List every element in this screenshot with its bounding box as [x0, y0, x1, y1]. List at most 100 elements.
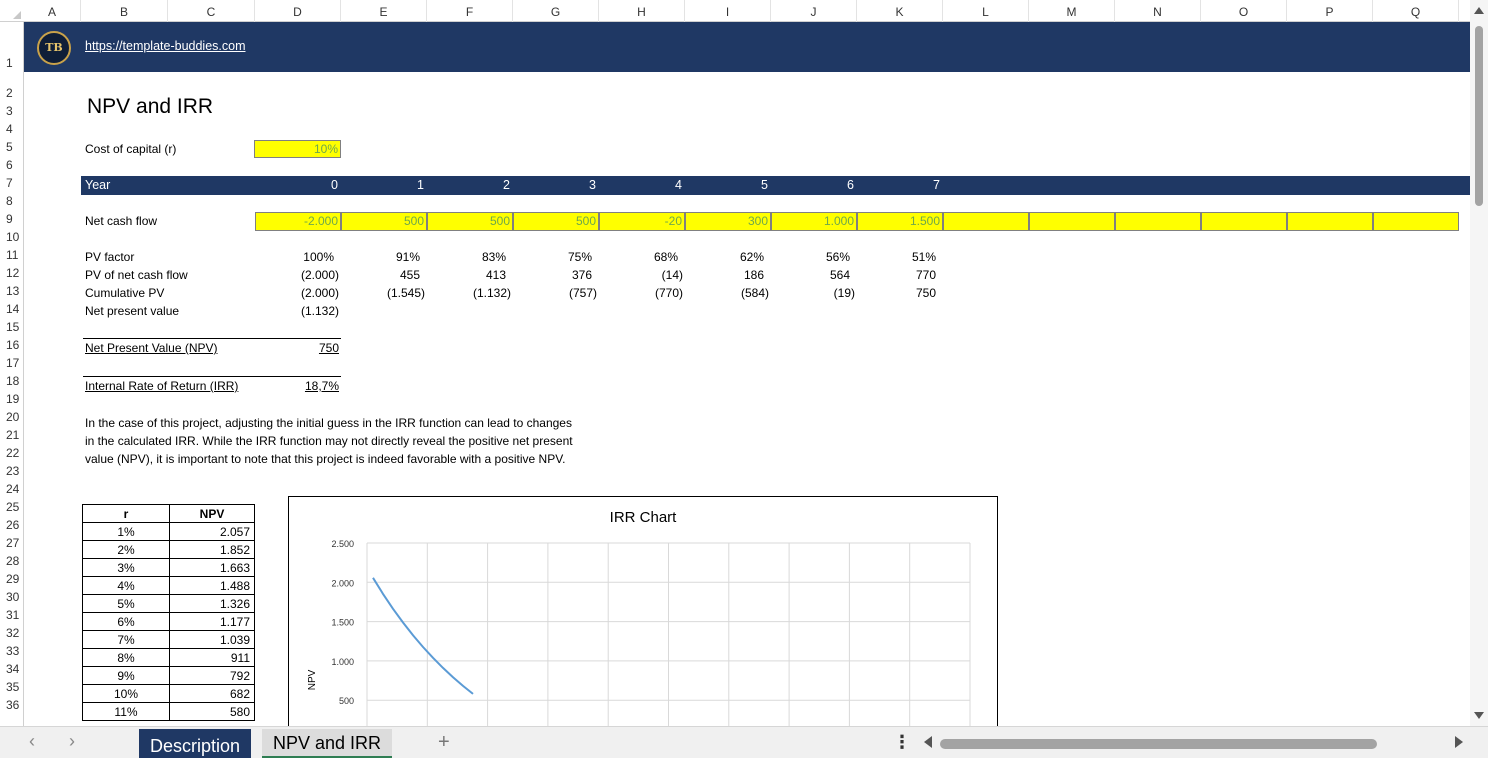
column-header-d[interactable]: D: [255, 0, 341, 22]
row-header-1[interactable]: 1: [0, 56, 24, 70]
rate-cell[interactable]: 7%: [82, 630, 170, 649]
column-header-m[interactable]: M: [1029, 0, 1115, 22]
horizontal-scroll-thumb[interactable]: [940, 739, 1377, 749]
cumulative-pv-cell[interactable]: 750: [857, 286, 936, 300]
row-header-2[interactable]: 2: [0, 86, 24, 100]
more-options-icon[interactable]: ⋮: [893, 732, 911, 753]
npv-cell[interactable]: 1.663: [169, 558, 255, 577]
rate-cell[interactable]: 2%: [82, 540, 170, 559]
npv-cell[interactable]: 1.039: [169, 630, 255, 649]
pv-factor-cell[interactable]: 75%: [513, 250, 592, 264]
net-cash-flow-cell[interactable]: [1287, 212, 1373, 231]
row-header-11[interactable]: 11: [0, 248, 24, 262]
row-header-13[interactable]: 13: [0, 284, 24, 298]
npv-cell[interactable]: 580: [169, 702, 255, 721]
cumulative-pv-cell[interactable]: (1.545): [341, 286, 425, 300]
pv-net-cash-flow-cell[interactable]: (14): [599, 268, 683, 282]
row-header-12[interactable]: 12: [0, 266, 24, 280]
scroll-up-arrow-icon[interactable]: [1474, 7, 1484, 14]
pv-factor-cell[interactable]: 91%: [341, 250, 420, 264]
row-header-31[interactable]: 31: [0, 608, 24, 622]
pv-net-cash-flow-cell[interactable]: 413: [427, 268, 506, 282]
scroll-right-arrow-icon[interactable]: [1455, 736, 1463, 748]
vertical-scroll-thumb[interactable]: [1475, 26, 1483, 206]
tab-description[interactable]: Description: [139, 729, 252, 758]
column-header-n[interactable]: N: [1115, 0, 1201, 22]
row-header-7[interactable]: 7: [0, 176, 24, 190]
net-cash-flow-cell[interactable]: 1.000: [771, 212, 857, 231]
column-header-a[interactable]: A: [24, 0, 81, 22]
cumulative-pv-cell[interactable]: (2.000): [255, 286, 339, 300]
npv-cell[interactable]: 1.326: [169, 594, 255, 613]
pv-net-cash-flow-cell[interactable]: (2.000): [255, 268, 339, 282]
rate-header[interactable]: r: [82, 504, 170, 523]
net-cash-flow-cell[interactable]: [1029, 212, 1115, 231]
column-header-l[interactable]: L: [943, 0, 1029, 22]
row-header-24[interactable]: 24: [0, 482, 24, 496]
prev-sheet-icon[interactable]: ‹: [29, 731, 35, 752]
pv-net-cash-flow-cell[interactable]: 186: [685, 268, 764, 282]
rate-cell[interactable]: 10%: [82, 684, 170, 703]
add-sheet-icon[interactable]: +: [438, 731, 450, 754]
next-sheet-icon[interactable]: ›: [69, 731, 75, 752]
column-header-h[interactable]: H: [599, 0, 685, 22]
row-header-8[interactable]: 8: [0, 194, 24, 208]
row-header-28[interactable]: 28: [0, 554, 24, 568]
row-header-22[interactable]: 22: [0, 446, 24, 460]
tab-npv-and-irr[interactable]: NPV and IRR: [262, 729, 393, 758]
scroll-left-arrow-icon[interactable]: [924, 736, 932, 748]
rate-cell[interactable]: 9%: [82, 666, 170, 685]
column-header-i[interactable]: I: [685, 0, 771, 22]
row-header-30[interactable]: 30: [0, 590, 24, 604]
net-cash-flow-cell[interactable]: 500: [427, 212, 513, 231]
row-header-18[interactable]: 18: [0, 374, 24, 388]
npv-cell[interactable]: 1.488: [169, 576, 255, 595]
net-cash-flow-cell[interactable]: 1.500: [857, 212, 943, 231]
net-cash-flow-cell[interactable]: -20: [599, 212, 685, 231]
row-header-34[interactable]: 34: [0, 662, 24, 676]
net-cash-flow-cell[interactable]: 500: [341, 212, 427, 231]
npv-cell[interactable]: 2.057: [169, 522, 255, 541]
npv-cell[interactable]: 911: [169, 648, 255, 667]
pv-factor-cell[interactable]: 56%: [771, 250, 850, 264]
cost-of-capital-input[interactable]: 10%: [254, 140, 341, 158]
column-header-f[interactable]: F: [427, 0, 513, 22]
pv-factor-cell[interactable]: 83%: [427, 250, 506, 264]
website-link[interactable]: https://template-buddies.com: [85, 39, 246, 53]
sheet-grid[interactable]: TB https://template-buddies.com NPV and …: [24, 22, 1470, 726]
row-header-20[interactable]: 20: [0, 410, 24, 424]
pv-net-cash-flow-cell[interactable]: 376: [513, 268, 592, 282]
rate-cell[interactable]: 3%: [82, 558, 170, 577]
cumulative-pv-cell[interactable]: (757): [513, 286, 597, 300]
row-header-14[interactable]: 14: [0, 302, 24, 316]
column-header-p[interactable]: P: [1287, 0, 1373, 22]
pv-factor-cell[interactable]: 62%: [685, 250, 764, 264]
column-header-q[interactable]: Q: [1373, 0, 1459, 22]
select-all-corner[interactable]: [0, 0, 24, 22]
column-header-j[interactable]: J: [771, 0, 857, 22]
pv-factor-cell[interactable]: 51%: [857, 250, 936, 264]
cumulative-pv-cell[interactable]: (1.132): [427, 286, 511, 300]
row-header-5[interactable]: 5: [0, 140, 24, 154]
row-header-21[interactable]: 21: [0, 428, 24, 442]
column-header-o[interactable]: O: [1201, 0, 1287, 22]
column-header-g[interactable]: G: [513, 0, 599, 22]
net-cash-flow-cell[interactable]: [1373, 212, 1459, 231]
row-header-36[interactable]: 36: [0, 698, 24, 712]
row-header-16[interactable]: 16: [0, 338, 24, 352]
row-header-25[interactable]: 25: [0, 500, 24, 514]
npv-cell[interactable]: 792: [169, 666, 255, 685]
net-cash-flow-cell[interactable]: 500: [513, 212, 599, 231]
row-header-26[interactable]: 26: [0, 518, 24, 532]
row-header-9[interactable]: 9: [0, 212, 24, 226]
irr-chart[interactable]: IRR Chart 2.500 2.000 1.500 1.000 500 NPV: [288, 496, 998, 726]
pv-factor-cell[interactable]: 68%: [599, 250, 678, 264]
npv-cell[interactable]: 1.852: [169, 540, 255, 559]
row-header-15[interactable]: 15: [0, 320, 24, 334]
row-header-23[interactable]: 23: [0, 464, 24, 478]
net-present-value-cell[interactable]: (1.132): [254, 304, 339, 318]
row-header-33[interactable]: 33: [0, 644, 24, 658]
row-header-10[interactable]: 10: [0, 230, 24, 244]
row-header-4[interactable]: 4: [0, 122, 24, 136]
pv-net-cash-flow-cell[interactable]: 455: [341, 268, 420, 282]
